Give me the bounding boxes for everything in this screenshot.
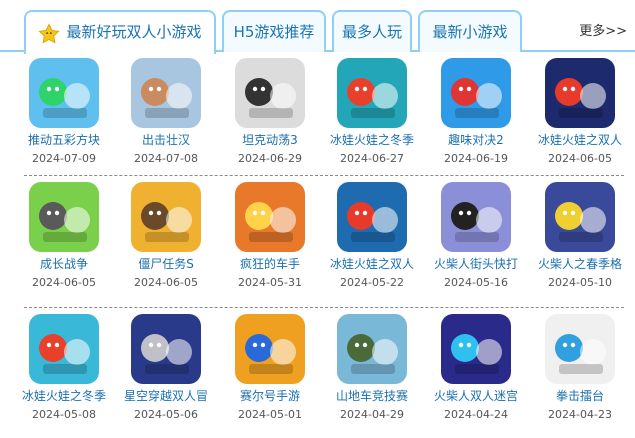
game-date: 2024-05-22 [340, 276, 404, 289]
game-row: 冰娃火娃之冬季 2024-05-08 星空穿越双人冒 2024-05-06 赛尔号手游 2… [0, 314, 635, 438]
boxing-ring-thumbnail[interactable] [545, 314, 615, 384]
game-card[interactable]: 冰娃火娃之双人 2024-05-22 [320, 182, 424, 290]
space-travel-thumbnail[interactable] [131, 314, 201, 384]
game-title[interactable]: 火柴人双人迷宫 [424, 388, 528, 404]
stickman-street-thumbnail[interactable] [441, 182, 511, 252]
stickman-maze-thumbnail[interactable] [441, 314, 511, 384]
fire-water-winter2-thumbnail[interactable] [29, 314, 99, 384]
tab-bar: 最新好玩双人小游戏 H5游戏推荐 最多人玩 最新小游戏 更多>> [0, 0, 635, 54]
game-date: 2024-05-08 [32, 408, 96, 421]
strongman-thumbnail[interactable] [131, 58, 201, 128]
game-title[interactable]: 冰娃火娃之双人 [528, 132, 632, 148]
game-date: 2024-05-31 [238, 276, 302, 289]
game-title[interactable]: 疯狂的车手 [218, 256, 322, 272]
game-title[interactable]: 冰娃火娃之双人 [320, 256, 424, 272]
game-card[interactable]: 赛尔号手游 2024-05-01 [218, 314, 322, 422]
game-date: 2024-05-06 [134, 408, 198, 421]
tab-latest-games[interactable]: 最新小游戏 [418, 10, 522, 52]
more-link[interactable]: 更多>> [579, 20, 627, 39]
game-title[interactable]: 火柴人街头快打 [424, 256, 528, 272]
star-icon [38, 20, 61, 44]
game-date: 2024-06-05 [32, 276, 96, 289]
game-title[interactable]: 成长战争 [12, 256, 116, 272]
fun-duel-thumbnail[interactable] [441, 58, 511, 128]
game-date: 2024-06-05 [548, 152, 612, 165]
game-title[interactable]: 冰娃火娃之冬季 [12, 388, 116, 404]
game-date: 2024-06-27 [340, 152, 404, 165]
game-date: 2024-06-29 [238, 152, 302, 165]
stickman-spring-thumbnail[interactable] [545, 182, 615, 252]
tab-label: 最多人玩 [341, 23, 402, 41]
game-card[interactable]: 火柴人双人迷宫 2024-04-24 [424, 314, 528, 422]
fire-water-duo-thumbnail[interactable] [545, 58, 615, 128]
game-card[interactable]: 坦克动荡3 2024-06-29 [218, 58, 322, 166]
game-title[interactable]: 出击壮汉 [114, 132, 218, 148]
tank-thumbnail[interactable] [235, 58, 305, 128]
game-card[interactable]: 出击壮汉 2024-07-08 [114, 58, 218, 166]
game-title[interactable]: 冰娃火娃之冬季 [320, 132, 424, 148]
tab-most-played[interactable]: 最多人玩 [332, 10, 412, 52]
growth-war-thumbnail[interactable] [29, 182, 99, 252]
mountain-bike-thumbnail[interactable] [337, 314, 407, 384]
game-card[interactable]: 火柴人之春季格 2024-05-10 [528, 182, 632, 290]
game-date: 2024-06-19 [444, 152, 508, 165]
game-card[interactable]: 疯狂的车手 2024-05-31 [218, 182, 322, 290]
game-date: 2024-04-29 [340, 408, 404, 421]
game-title[interactable]: 僵尸任务S [114, 256, 218, 272]
game-row: 推动五彩方块 2024-07-09 出击壮汉 2024-07-08 坦克动荡3 2024-… [0, 58, 635, 182]
game-card[interactable]: 趣味对决2 2024-06-19 [424, 58, 528, 166]
game-title[interactable]: 星空穿越双人冒 [114, 388, 218, 404]
game-title[interactable]: 趣味对决2 [424, 132, 528, 148]
tab-label: 最新好玩双人小游戏 [66, 23, 202, 41]
tab-label: 最新小游戏 [432, 23, 508, 41]
game-card[interactable]: 成长战争 2024-06-05 [12, 182, 116, 290]
game-card[interactable]: 星空穿越双人冒 2024-05-06 [114, 314, 218, 422]
game-row: 成长战争 2024-06-05 僵尸任务S 2024-06-05 疯狂的车手 2024-0… [0, 182, 635, 306]
game-date: 2024-04-23 [548, 408, 612, 421]
row-divider [24, 175, 624, 176]
game-card[interactable]: 山地车竞技赛 2024-04-29 [320, 314, 424, 422]
game-card[interactable]: 僵尸任务S 2024-06-05 [114, 182, 218, 290]
game-date: 2024-06-05 [134, 276, 198, 289]
colorful-blocks-thumbnail[interactable] [29, 58, 99, 128]
crazy-driver-thumbnail[interactable] [235, 182, 305, 252]
zombie-mission-thumbnail[interactable] [131, 182, 201, 252]
game-title[interactable]: 推动五彩方块 [12, 132, 116, 148]
game-card[interactable]: 冰娃火娃之双人 2024-06-05 [528, 58, 632, 166]
game-card[interactable]: 拳击擂台 2024-04-23 [528, 314, 632, 422]
game-card[interactable]: 冰娃火娃之冬季 2024-05-08 [12, 314, 116, 422]
game-title[interactable]: 赛尔号手游 [218, 388, 322, 404]
game-card[interactable]: 火柴人街头快打 2024-05-16 [424, 182, 528, 290]
game-date: 2024-05-10 [548, 276, 612, 289]
seer-thumbnail[interactable] [235, 314, 305, 384]
game-title[interactable]: 山地车竞技赛 [320, 388, 424, 404]
game-title[interactable]: 火柴人之春季格 [528, 256, 632, 272]
fire-water-winter-thumbnail[interactable] [337, 58, 407, 128]
tab-label: H5游戏推荐 [233, 23, 315, 41]
game-date: 2024-07-08 [134, 152, 198, 165]
row-divider [24, 307, 624, 308]
tab-latest-two-player[interactable]: 最新好玩双人小游戏 [24, 10, 216, 54]
fire-water-pair-thumbnail[interactable] [337, 182, 407, 252]
game-card[interactable]: 推动五彩方块 2024-07-09 [12, 58, 116, 166]
game-date: 2024-05-16 [444, 276, 508, 289]
game-date: 2024-05-01 [238, 408, 302, 421]
game-title[interactable]: 拳击擂台 [528, 388, 632, 404]
game-card[interactable]: 冰娃火娃之冬季 2024-06-27 [320, 58, 424, 166]
tab-h5-recommend[interactable]: H5游戏推荐 [222, 10, 326, 52]
game-date: 2024-07-09 [32, 152, 96, 165]
game-title[interactable]: 坦克动荡3 [218, 132, 322, 148]
game-date: 2024-04-24 [444, 408, 508, 421]
